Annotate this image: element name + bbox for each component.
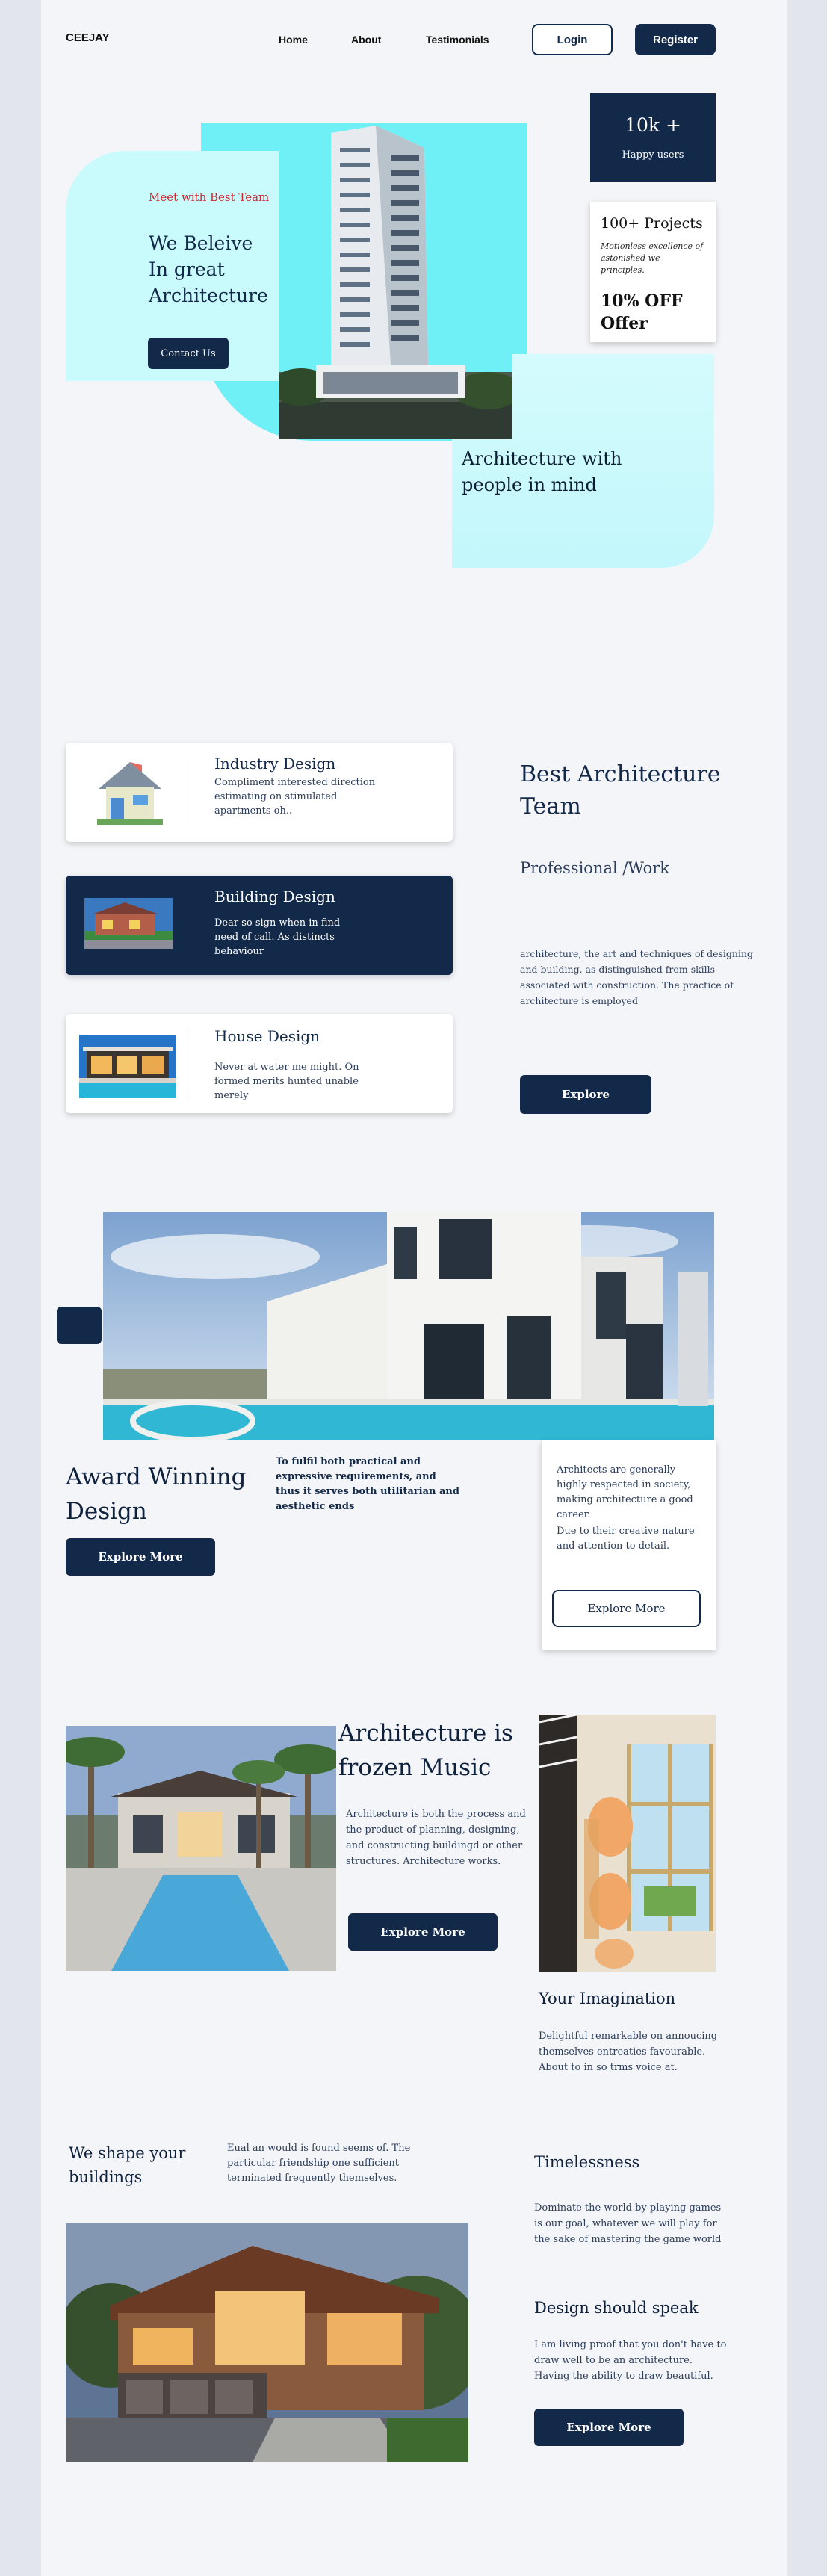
professional-subheading: Professional /Work xyxy=(520,859,670,877)
house-text: Never at water me might. On formed merit… xyxy=(214,1062,359,1101)
frozen-music-title: Architecture is frozen Music xyxy=(338,1720,513,1781)
frozen-music-text: Architecture is both the process and the… xyxy=(346,1809,526,1867)
offer-text: 10% OFF Offer xyxy=(601,291,683,333)
projects-card: 100+ Projects Motionless excellence of a… xyxy=(590,202,716,342)
house-design-image xyxy=(79,1035,176,1098)
service-card-house[interactable]: House Design Never at water me might. On… xyxy=(66,1014,453,1113)
speak-title: Design should speak xyxy=(534,2299,699,2317)
imagination-title: Your Imagination xyxy=(539,1990,676,2007)
shape-title: We shape your buildings xyxy=(69,2144,186,2186)
contact-us-button[interactable]: Contact Us xyxy=(148,338,229,369)
happy-users-value: 10k + xyxy=(625,114,681,136)
service-card-industry[interactable]: Industry Design Compliment interested di… xyxy=(66,743,453,842)
award-card-text-2: Due to their creative nature and attenti… xyxy=(557,1526,695,1552)
pool-villa-image xyxy=(66,1726,336,1971)
best-team-heading: Best Architecture Team xyxy=(520,761,721,820)
industry-title: Industry Design xyxy=(214,755,336,773)
projects-title: 100+ Projects xyxy=(601,215,703,232)
shape-explore-button[interactable]: Explore More xyxy=(534,2409,684,2446)
timeless-title: Timelessness xyxy=(534,2153,640,2171)
modern-house-image xyxy=(66,2223,468,2462)
imagination-text: Delightful remarkable on annoucing thems… xyxy=(539,2031,718,2073)
services-description: architecture, the art and techniques of … xyxy=(520,948,754,1006)
projects-text: Motionless excellence of astonished we p… xyxy=(601,241,704,275)
interior-image xyxy=(539,1715,716,1972)
timeless-text: Dominate the world by playing games is o… xyxy=(534,2202,722,2245)
explore-button[interactable]: Explore xyxy=(520,1075,651,1114)
award-explore-button[interactable]: Explore More xyxy=(66,1538,215,1576)
award-middle-text: To fulfil both practical and expressive … xyxy=(276,1456,459,1512)
login-button[interactable]: Login xyxy=(532,24,613,55)
hero-title-line-3: Architecture xyxy=(149,285,268,306)
nav-home[interactable]: Home xyxy=(279,34,308,46)
hero-tagline: Meet with Best Team xyxy=(149,191,270,204)
logo[interactable]: CEEJAY xyxy=(66,31,110,44)
award-title: Award Winning Design xyxy=(66,1464,247,1525)
music-explore-button[interactable]: Explore More xyxy=(348,1913,498,1951)
industry-text: Compliment interested direction estimati… xyxy=(214,777,376,817)
tower-image xyxy=(279,126,512,439)
award-info-card: Architects are generally highly respecte… xyxy=(542,1440,716,1650)
villa-image xyxy=(103,1212,714,1440)
nav-about[interactable]: About xyxy=(351,34,381,46)
award-card-text-1: Architects are generally highly respecte… xyxy=(557,1464,693,1520)
register-button[interactable]: Register xyxy=(635,24,716,55)
speak-text: I am living proof that you don't have to… xyxy=(534,2339,727,2382)
industry-house-image xyxy=(97,759,163,825)
happy-users-label: Happy users xyxy=(622,149,684,161)
service-card-building[interactable]: Building Design Dear so sign when in fin… xyxy=(66,876,453,975)
happy-users-card: 10k + Happy users xyxy=(590,93,716,182)
house-title: House Design xyxy=(214,1027,320,1045)
hero-title-line-1: We Beleive xyxy=(149,232,253,254)
award-card-explore-button[interactable]: Explore More xyxy=(552,1590,701,1627)
hero-title-line-2: In great xyxy=(149,258,225,280)
shape-text: Eual an would is found seems of. The par… xyxy=(227,2143,411,2184)
side-tab[interactable] xyxy=(57,1307,102,1344)
building-title: Building Design xyxy=(214,888,335,905)
hero-title: We Beleive In great Architecture xyxy=(149,230,268,309)
mind-title: Architecture with people in mind xyxy=(462,448,622,495)
page: CEEJAY Home About Testimonials Login Reg… xyxy=(41,0,787,2576)
nav-testimonials[interactable]: Testimonials xyxy=(426,34,489,46)
building-text: Dear so sign when in find need of call. … xyxy=(214,917,341,957)
building-image xyxy=(84,898,173,949)
